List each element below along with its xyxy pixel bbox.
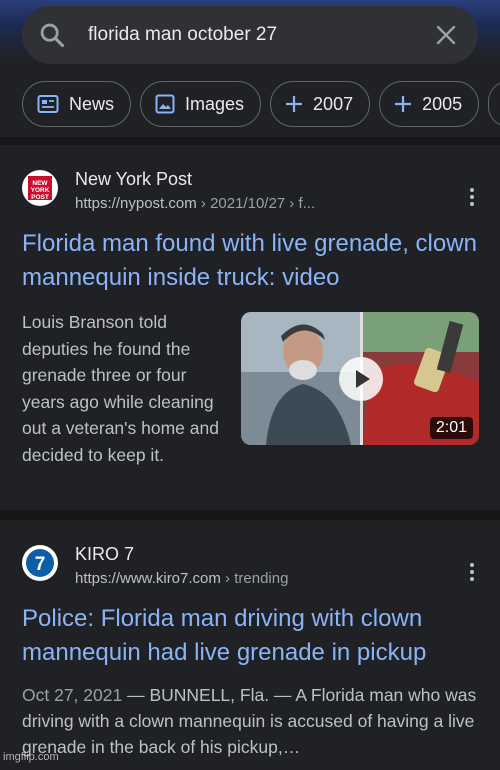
result-snippet: Oct 27, 2021 — BUNNELL, Fla. — A Florida… (22, 682, 482, 760)
video-thumbnail[interactable]: 2:01 (241, 312, 479, 445)
source-url: https://nypost.com › 2021/10/27 › f... (75, 193, 315, 215)
url-path: › 2021/10/27 › f... (196, 195, 316, 212)
svg-text:NEW: NEW (32, 180, 48, 187)
news-icon (37, 95, 59, 113)
url-domain: https://www.kiro7.com (75, 570, 221, 587)
chip-more[interactable] (488, 81, 500, 127)
chip-images-label: Images (185, 93, 245, 114)
source-url: https://www.kiro7.com › trending (75, 568, 288, 590)
result-title[interactable]: Florida man found with live grenade, clo… (22, 227, 482, 295)
source-name: KIRO 7 (75, 544, 135, 564)
svg-text:POST: POST (31, 194, 49, 201)
chip-2007-label: 2007 (313, 93, 354, 114)
image-icon (155, 94, 175, 114)
result-date: Oct 27, 2021 (22, 685, 123, 705)
plus-icon (286, 96, 303, 112)
chip-images[interactable]: Images (140, 81, 262, 127)
nypost-favicon: NEW YORK POST (22, 170, 58, 206)
chip-2005[interactable]: 2005 (379, 81, 480, 127)
more-options-icon[interactable] (470, 188, 474, 209)
url-domain: https://nypost.com (75, 195, 197, 212)
result-divider (0, 510, 500, 520)
result-snippet: Louis Branson told deputies he found the… (22, 312, 219, 465)
chip-news[interactable]: News (22, 81, 132, 127)
video-duration: 2:01 (429, 417, 473, 439)
play-icon[interactable] (339, 357, 383, 401)
imgflip-watermark: imgflip.com (3, 751, 59, 763)
more-options-icon[interactable] (470, 563, 474, 584)
result-source[interactable]: NEW YORK POST New York Post https://nypo… (22, 168, 315, 215)
section-divider (0, 137, 500, 145)
plus-icon (395, 96, 412, 112)
svg-text:7: 7 (35, 554, 46, 575)
search-bar[interactable] (22, 6, 478, 64)
clear-search-icon[interactable] (434, 23, 458, 47)
filter-chips: News Images 2007 2005 (22, 81, 500, 127)
url-path: › trending (220, 570, 289, 587)
svg-text:YORK: YORK (31, 187, 50, 194)
result-source[interactable]: 7 KIRO 7 https://www.kiro7.com › trendin… (22, 543, 288, 590)
chip-2005-label: 2005 (422, 93, 463, 114)
kiro7-favicon: 7 (22, 545, 58, 581)
chip-2007[interactable]: 2007 (270, 81, 371, 127)
chip-news-label: News (69, 93, 115, 114)
result-title[interactable]: Police: Florida man driving with clown m… (22, 602, 482, 670)
source-name: New York Post (75, 169, 193, 189)
search-icon[interactable] (38, 21, 66, 49)
search-input[interactable] (86, 23, 434, 47)
